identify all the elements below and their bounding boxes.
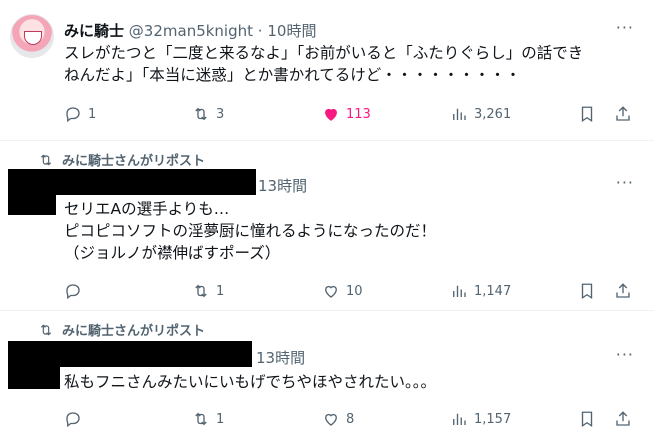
bookmark-icon bbox=[581, 411, 593, 428]
tweet-text: スレがたつと「二度と来るなよ」「お前がいると「ふたりぐらし」の話でき ねんだよ」… bbox=[64, 42, 624, 86]
tweet-2[interactable]: みに騎士さんがリポスト 13時間 ··· セリエAの選手よりも… ピコピコソフト… bbox=[0, 140, 654, 310]
retweet-icon bbox=[195, 412, 207, 426]
bookmark-icon bbox=[581, 106, 593, 123]
tweet-text: 私もフニさんみたいにいもげでちやほやされたい。。。 bbox=[64, 371, 624, 393]
tweet-text-line: ねんだよ」「本当に迷惑」とか書かれてるけど・・・・・・・・・ bbox=[64, 66, 521, 84]
repost-indicator: みに騎士さんがリポスト bbox=[38, 320, 205, 339]
view-count: 1,147 bbox=[474, 283, 512, 299]
tweet-3[interactable]: みに騎士さんがリポスト 13時間 ··· 私もフニさんみたいにいもげでちやほやさ… bbox=[0, 310, 654, 439]
reply-button[interactable] bbox=[64, 410, 88, 428]
reply-icon bbox=[66, 412, 80, 428]
retweet-button[interactable]: 3 bbox=[192, 105, 224, 123]
like-count: 8 bbox=[346, 411, 355, 427]
bookmark-button[interactable] bbox=[578, 105, 596, 123]
like-button[interactable]: 10 bbox=[322, 282, 363, 300]
retweet-icon bbox=[195, 284, 207, 298]
views-icon bbox=[453, 108, 466, 120]
like-button[interactable]: 8 bbox=[322, 410, 354, 428]
action-bar: 1 8 1,157 bbox=[64, 409, 640, 429]
share-button[interactable] bbox=[614, 282, 632, 300]
tweet-text-line: スレがたつと「二度と来るなよ」「お前がいると「ふたりぐらし」の話でき bbox=[64, 44, 584, 62]
repost-indicator: みに騎士さんがリポスト bbox=[38, 150, 205, 169]
heart-icon bbox=[325, 413, 337, 426]
avatar[interactable] bbox=[10, 14, 54, 58]
retweet-button[interactable]: 1 bbox=[192, 282, 224, 300]
more-options-icon[interactable]: ··· bbox=[616, 173, 634, 192]
more-options-icon[interactable]: ··· bbox=[616, 345, 634, 364]
share-icon bbox=[616, 106, 630, 121]
timestamp[interactable]: 10時間 bbox=[267, 22, 316, 40]
reply-icon bbox=[66, 284, 80, 300]
tweet-text-line: （ジョルノが襟伸ばすポーズ） bbox=[64, 244, 281, 262]
reply-count: 1 bbox=[88, 106, 97, 122]
views-button[interactable]: 3,261 bbox=[450, 105, 511, 123]
avatar-face bbox=[24, 31, 42, 45]
timestamp[interactable]: 13時間 bbox=[256, 347, 305, 368]
timestamp[interactable]: 13時間 bbox=[258, 175, 307, 196]
heart-icon bbox=[325, 108, 337, 121]
like-count: 10 bbox=[346, 283, 363, 299]
tweet-text-line: 私もフニさんみたいにいもげでちやほやされたい。。。 bbox=[64, 373, 437, 391]
view-count: 3,261 bbox=[474, 106, 512, 122]
views-button[interactable]: 1,147 bbox=[450, 282, 511, 300]
separator: · bbox=[257, 22, 263, 40]
retweet-icon bbox=[195, 107, 207, 121]
repost-label[interactable]: みに騎士さんがリポスト bbox=[62, 320, 205, 339]
view-count: 1,157 bbox=[474, 411, 512, 427]
tweet-1[interactable]: みに騎士 @32man5knight · 10時間 ··· スレがたつと「二度と… bbox=[0, 0, 654, 140]
tweet-text-line: ピコピコソフトの淫夢厨に憧れるようになったのだ！ bbox=[64, 222, 437, 240]
like-button[interactable]: 113 bbox=[322, 105, 371, 123]
reply-button[interactable]: 1 bbox=[64, 105, 96, 123]
redacted-block bbox=[8, 367, 60, 389]
tweet-text-line: セリエAの選手よりも… bbox=[64, 200, 230, 218]
tweet-text: セリエAの選手よりも… ピコピコソフトの淫夢厨に憧れるようになったのだ！ （ジョ… bbox=[64, 198, 624, 264]
share-button[interactable] bbox=[614, 410, 632, 428]
retweet-icon bbox=[40, 153, 52, 166]
repost-label[interactable]: みに騎士さんがリポスト bbox=[62, 150, 205, 169]
more-options-icon[interactable]: ··· bbox=[616, 18, 634, 37]
handle[interactable]: @32man5knight bbox=[129, 22, 253, 40]
display-name[interactable]: みに騎士 bbox=[64, 22, 124, 40]
bookmark-button[interactable] bbox=[578, 410, 596, 428]
share-icon bbox=[616, 411, 630, 426]
action-bar: 1 3 113 3,261 bbox=[64, 104, 640, 124]
views-icon bbox=[453, 413, 466, 425]
action-bar: 1 10 1,147 bbox=[64, 281, 640, 301]
retweet-count: 1 bbox=[216, 283, 225, 299]
redacted-block bbox=[8, 341, 252, 367]
share-icon bbox=[616, 283, 630, 298]
heart-icon bbox=[325, 285, 337, 298]
views-button[interactable]: 1,157 bbox=[450, 410, 511, 428]
retweet-button[interactable]: 1 bbox=[192, 410, 224, 428]
bookmark-button[interactable] bbox=[578, 282, 596, 300]
retweet-count: 3 bbox=[216, 106, 225, 122]
retweet-icon bbox=[40, 323, 52, 336]
retweet-count: 1 bbox=[216, 411, 225, 427]
redacted-block bbox=[8, 195, 56, 215]
tweet-header: みに騎士 @32man5knight · 10時間 bbox=[64, 20, 316, 41]
reply-icon bbox=[66, 107, 80, 123]
redacted-block bbox=[8, 169, 256, 195]
share-button[interactable] bbox=[614, 105, 632, 123]
like-count: 113 bbox=[346, 106, 371, 122]
views-icon bbox=[453, 285, 466, 297]
bookmark-icon bbox=[581, 283, 593, 300]
reply-button[interactable] bbox=[64, 282, 88, 300]
